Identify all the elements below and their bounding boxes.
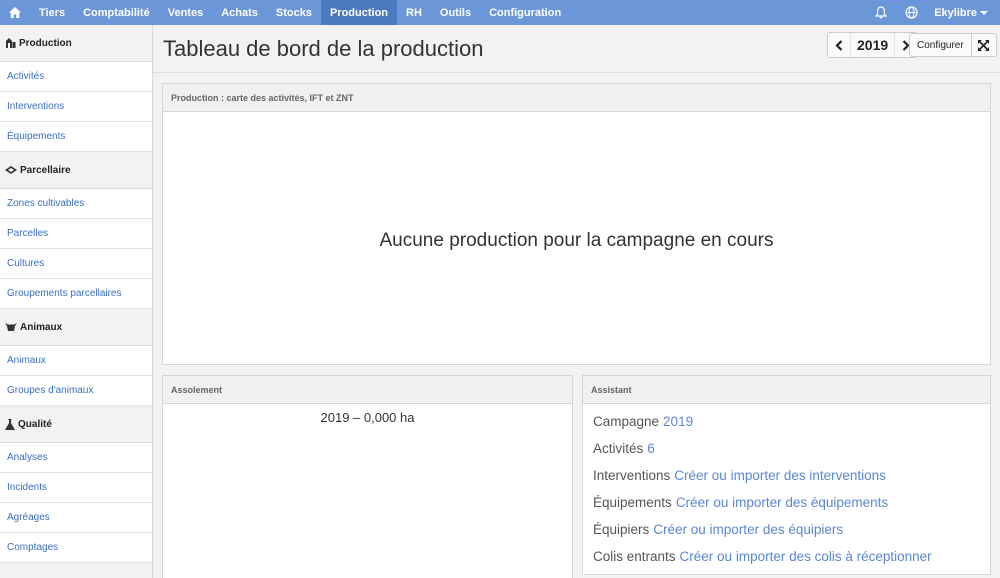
notifications-button[interactable]	[866, 0, 896, 25]
assolement-value: 2019 – 0,000 ha	[320, 410, 415, 425]
previous-year-button[interactable]	[828, 33, 850, 57]
production-icon	[6, 38, 16, 48]
sidebar-item-analyses[interactable]: Analyses	[0, 443, 152, 473]
sidebar-item-incidents[interactable]: Incidents	[0, 473, 152, 503]
assistant-row-link[interactable]: 6	[647, 441, 655, 456]
nav-ventes[interactable]: Ventes	[159, 0, 212, 25]
nav-outils[interactable]: Outils	[431, 0, 480, 25]
assistant-row-label: Équipements	[593, 495, 672, 510]
sidebar-section-animaux: Animaux	[0, 309, 152, 346]
assistant-row-link[interactable]: Créer ou importer des équipiers	[653, 522, 843, 537]
sidebar-item-groupements-parcellaires[interactable]: Groupements parcellaires	[0, 279, 152, 309]
sidebar-item-interventions[interactable]: Interventions	[0, 92, 152, 122]
sidebar-item-parcelles[interactable]: Parcelles	[0, 219, 152, 249]
sidebar-item-comptages[interactable]: Comptages	[0, 533, 152, 563]
home-button[interactable]	[0, 0, 30, 25]
production-map-panel: Production : carte des activités, IFT et…	[162, 83, 991, 365]
sidebar-section-title: Production	[19, 37, 72, 49]
empty-state-message: Aucune production pour la campagne en co…	[379, 230, 774, 251]
sidebar-item-animaux[interactable]: Animaux	[0, 346, 152, 376]
nav-comptabilite[interactable]: Comptabilité	[74, 0, 159, 25]
top-navbar: Tiers Comptabilité Ventes Achats Stocks …	[0, 0, 1000, 25]
sidebar-section-title: Animaux	[20, 321, 63, 333]
assistant-panel: Assistant Campagne 2019 Activités 6 Inte…	[582, 375, 991, 575]
assistant-row-colis-entrants: Colis entrants Créer ou importer des col…	[583, 543, 990, 570]
panel-title: Production : carte des activités, IFT et…	[163, 84, 990, 112]
assistant-row-link[interactable]: Créer ou importer des colis à réceptionn…	[680, 549, 932, 564]
assistant-row-equipiers: Équipiers Créer ou importer des équipier…	[583, 516, 990, 543]
nav-stocks[interactable]: Stocks	[267, 0, 321, 25]
sidebar-section-parcellaire: Parcellaire	[0, 152, 152, 189]
assistant-row-label: Équipiers	[593, 522, 650, 537]
chevron-down-icon	[980, 10, 988, 15]
nav-production[interactable]: Production	[320, 0, 398, 25]
home-icon	[9, 7, 21, 18]
sidebar-section-next	[0, 563, 152, 578]
sidebar-section-qualite: Qualité	[0, 406, 152, 443]
sidebar-section-production: Production	[0, 25, 152, 62]
assistant-row-label: Campagne	[593, 414, 660, 429]
user-name: Ekylibre	[934, 6, 977, 19]
assistant-row-label: Colis entrants	[593, 549, 676, 564]
nav-rh[interactable]: RH	[397, 0, 431, 25]
nav-tiers[interactable]: Tiers	[30, 0, 74, 25]
parcel-icon	[5, 166, 17, 174]
sidebar-item-zones-cultivables[interactable]: Zones cultivables	[0, 189, 152, 219]
expand-icon	[978, 39, 990, 51]
fullscreen-button[interactable]	[972, 34, 996, 56]
flask-icon	[5, 418, 15, 430]
assolement-panel: Assolement 2019 – 0,000 ha	[162, 375, 573, 578]
sidebar-item-activites[interactable]: Activités	[0, 62, 152, 92]
header-divider	[153, 72, 1000, 73]
assistant-row-activites: Activités 6	[583, 435, 990, 462]
language-button[interactable]	[896, 0, 926, 25]
sidebar-item-agreages[interactable]: Agréages	[0, 503, 152, 533]
assistant-row-equipements: Équipements Créer ou importer des équipe…	[583, 489, 990, 516]
user-menu[interactable]: Ekylibre	[926, 0, 1000, 25]
sidebar: Production Activités Interventions Équip…	[0, 25, 153, 578]
dashboard-config-group: Configurer	[909, 33, 997, 57]
assistant-row-link[interactable]: 2019	[663, 414, 693, 429]
sidebar-item-equipements[interactable]: Équipements	[0, 122, 152, 152]
chevron-left-icon	[835, 39, 843, 51]
panel-title: Assolement	[163, 376, 572, 404]
nav-achats[interactable]: Achats	[212, 0, 267, 25]
cow-icon	[5, 323, 17, 331]
sidebar-section-title: Qualité	[18, 418, 52, 430]
assistant-row-label: Interventions	[593, 468, 671, 483]
page-title: Tableau de bord de la production	[163, 36, 484, 61]
globe-icon	[905, 6, 918, 19]
configure-button[interactable]: Configurer	[910, 34, 972, 56]
assistant-row-link[interactable]: Créer ou importer des interventions	[674, 468, 886, 483]
current-year: 2019	[850, 33, 896, 57]
assistant-row-interventions: Interventions Créer ou importer des inte…	[583, 462, 990, 489]
sidebar-section-title: Parcellaire	[20, 164, 71, 176]
nav-configuration[interactable]: Configuration	[480, 0, 570, 25]
assistant-row-link[interactable]: Créer ou importer des équipements	[676, 495, 888, 510]
bell-icon	[875, 6, 888, 19]
assistant-row-label: Activités	[593, 441, 644, 456]
sidebar-item-cultures[interactable]: Cultures	[0, 249, 152, 279]
campaign-year-selector: 2019	[827, 32, 919, 58]
panel-title: Assistant	[583, 376, 990, 404]
sidebar-item-groupes-animaux[interactable]: Groupes d'animaux	[0, 376, 152, 406]
assistant-row-campagne: Campagne 2019	[583, 408, 990, 435]
